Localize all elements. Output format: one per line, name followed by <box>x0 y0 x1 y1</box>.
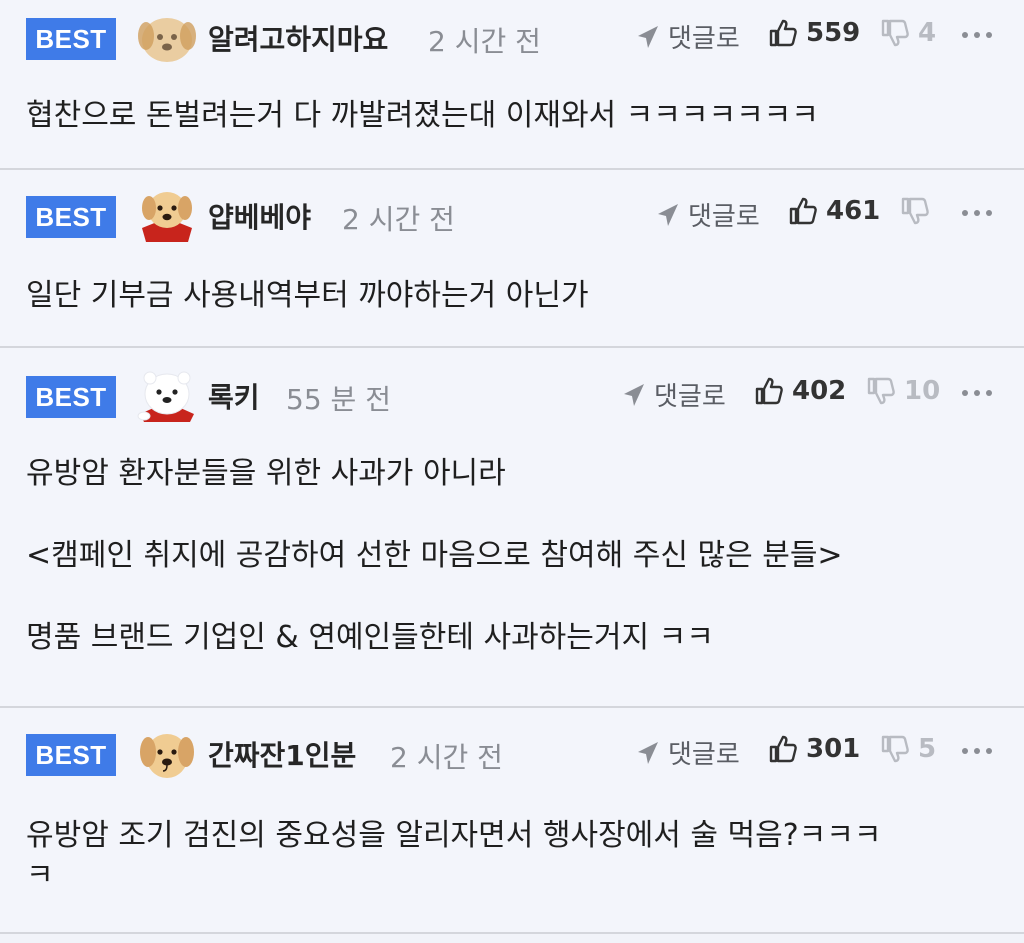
polar-bear-icon[interactable] <box>136 366 198 422</box>
best-badge: BEST <box>26 196 116 238</box>
reply-arrow-icon <box>638 741 658 764</box>
thumbs-down-icon <box>901 197 929 225</box>
comment-time: 55 분 전 <box>286 383 391 416</box>
comment-author[interactable]: 록키 <box>208 376 260 416</box>
best-badge: BEST <box>26 18 116 60</box>
thumbs-down-icon <box>867 377 895 405</box>
dislike-count: 4 <box>918 18 937 48</box>
like-button[interactable]: 461 <box>788 196 880 226</box>
reply-button[interactable]: 댓글로 <box>636 734 740 771</box>
reply-button[interactable]: 댓글로 <box>656 196 760 233</box>
like-button[interactable]: 301 <box>768 734 860 764</box>
dislike-count: 5 <box>918 734 937 764</box>
thumbs-up-icon <box>755 377 783 405</box>
comment-text: 유방암 환자분들을 위한 사과가 아니라 <box>26 456 506 491</box>
comment-text: 협찬으로 돈벌려는거 다 까발려졌는대 이재와서 ㅋㅋㅋㅋㅋㅋㅋ <box>26 98 819 133</box>
reply-label: 댓글로 <box>668 740 740 770</box>
dislike-button[interactable]: 10 <box>866 376 940 406</box>
reply-button[interactable]: 댓글로 <box>636 18 740 55</box>
thumbs-down-icon <box>881 735 909 763</box>
more-options-icon[interactable] <box>962 746 992 756</box>
reply-button[interactable]: 댓글로 <box>622 376 726 413</box>
like-count: 402 <box>792 376 847 406</box>
like-count: 301 <box>806 734 861 764</box>
comment-body: 일단 기부금 사용내역부터 까야하는거 아닌가 <box>26 276 1004 316</box>
reply-label: 댓글로 <box>668 24 740 54</box>
comment-item: BEST 간짜잔1인분 2 시간 전 댓글로 301 5 유방암 조기 검진의 … <box>0 708 1024 934</box>
dislike-button[interactable]: 4 <box>880 18 936 48</box>
dislike-button[interactable] <box>900 196 938 226</box>
reply-label: 댓글로 <box>688 202 760 232</box>
comment-time: 2 시간 전 <box>428 25 541 58</box>
comment-item: BEST 얍베베야 2 시간 전 댓글로 461 일단 기부금 사용내역부터 까… <box>0 170 1024 348</box>
thumbs-up-icon <box>789 197 817 225</box>
comment-body: 협찬으로 돈벌려는거 다 까발려졌는대 이재와서 ㅋㅋㅋㅋㅋㅋㅋ <box>26 96 1004 136</box>
puppy-blurred-icon[interactable] <box>136 10 198 66</box>
comment-text: ㅋ <box>26 858 54 893</box>
best-badge: BEST <box>26 734 116 776</box>
comment-text: 유방암 조기 검진의 중요성을 알리자면서 행사장에서 술 먹음?ㅋㅋㅋ <box>26 818 882 853</box>
comment-item: BEST 알려고하지마요 2 시간 전 댓글로 559 4 협찬으로 돈벌려는거… <box>0 0 1024 170</box>
like-button[interactable]: 402 <box>754 376 846 406</box>
like-button[interactable]: 559 <box>768 18 860 48</box>
puppy-red-cape-icon[interactable] <box>136 186 198 242</box>
comment-text: 일단 기부금 사용내역부터 까야하는거 아닌가 <box>26 278 589 313</box>
comment-time: 2 시간 전 <box>390 741 503 774</box>
thumbs-up-icon <box>769 19 797 47</box>
like-count: 559 <box>806 18 861 48</box>
comment-body: 유방암 환자분들을 위한 사과가 아니라 <캠페인 취지에 공감하여 선한 마음… <box>26 454 1004 658</box>
comment-text: 명품 브랜드 기업인 & 연예인들한테 사과하는거지 ㅋㅋ <box>26 620 714 655</box>
puppy-icon[interactable] <box>136 726 198 782</box>
more-options-icon[interactable] <box>962 388 992 398</box>
comment-author[interactable]: 간짜잔1인분 <box>208 734 356 774</box>
dislike-button[interactable]: 5 <box>880 734 936 764</box>
reply-arrow-icon <box>638 25 658 48</box>
comment-text: <캠페인 취지에 공감하여 선한 마음으로 참여해 주신 많은 분들> <box>26 538 843 573</box>
thumbs-up-icon <box>769 735 797 763</box>
dislike-count: 10 <box>904 376 941 406</box>
comment-time: 2 시간 전 <box>342 203 455 236</box>
comment-body: 유방암 조기 검진의 중요성을 알리자면서 행사장에서 술 먹음?ㅋㅋㅋ ㅋ <box>26 816 1004 896</box>
thumbs-down-icon <box>881 19 909 47</box>
more-options-icon[interactable] <box>962 208 992 218</box>
comment-author[interactable]: 알려고하지마요 <box>208 18 388 58</box>
reply-arrow-icon <box>624 383 644 406</box>
reply-label: 댓글로 <box>654 382 726 412</box>
comment-author[interactable]: 얍베베야 <box>208 196 311 236</box>
like-count: 461 <box>826 196 881 226</box>
comment-item: BEST 록키 55 분 전 댓글로 402 10 유방암 환자분들을 위한 사… <box>0 348 1024 708</box>
best-badge: BEST <box>26 376 116 418</box>
reply-arrow-icon <box>658 203 678 226</box>
more-options-icon[interactable] <box>962 30 992 40</box>
